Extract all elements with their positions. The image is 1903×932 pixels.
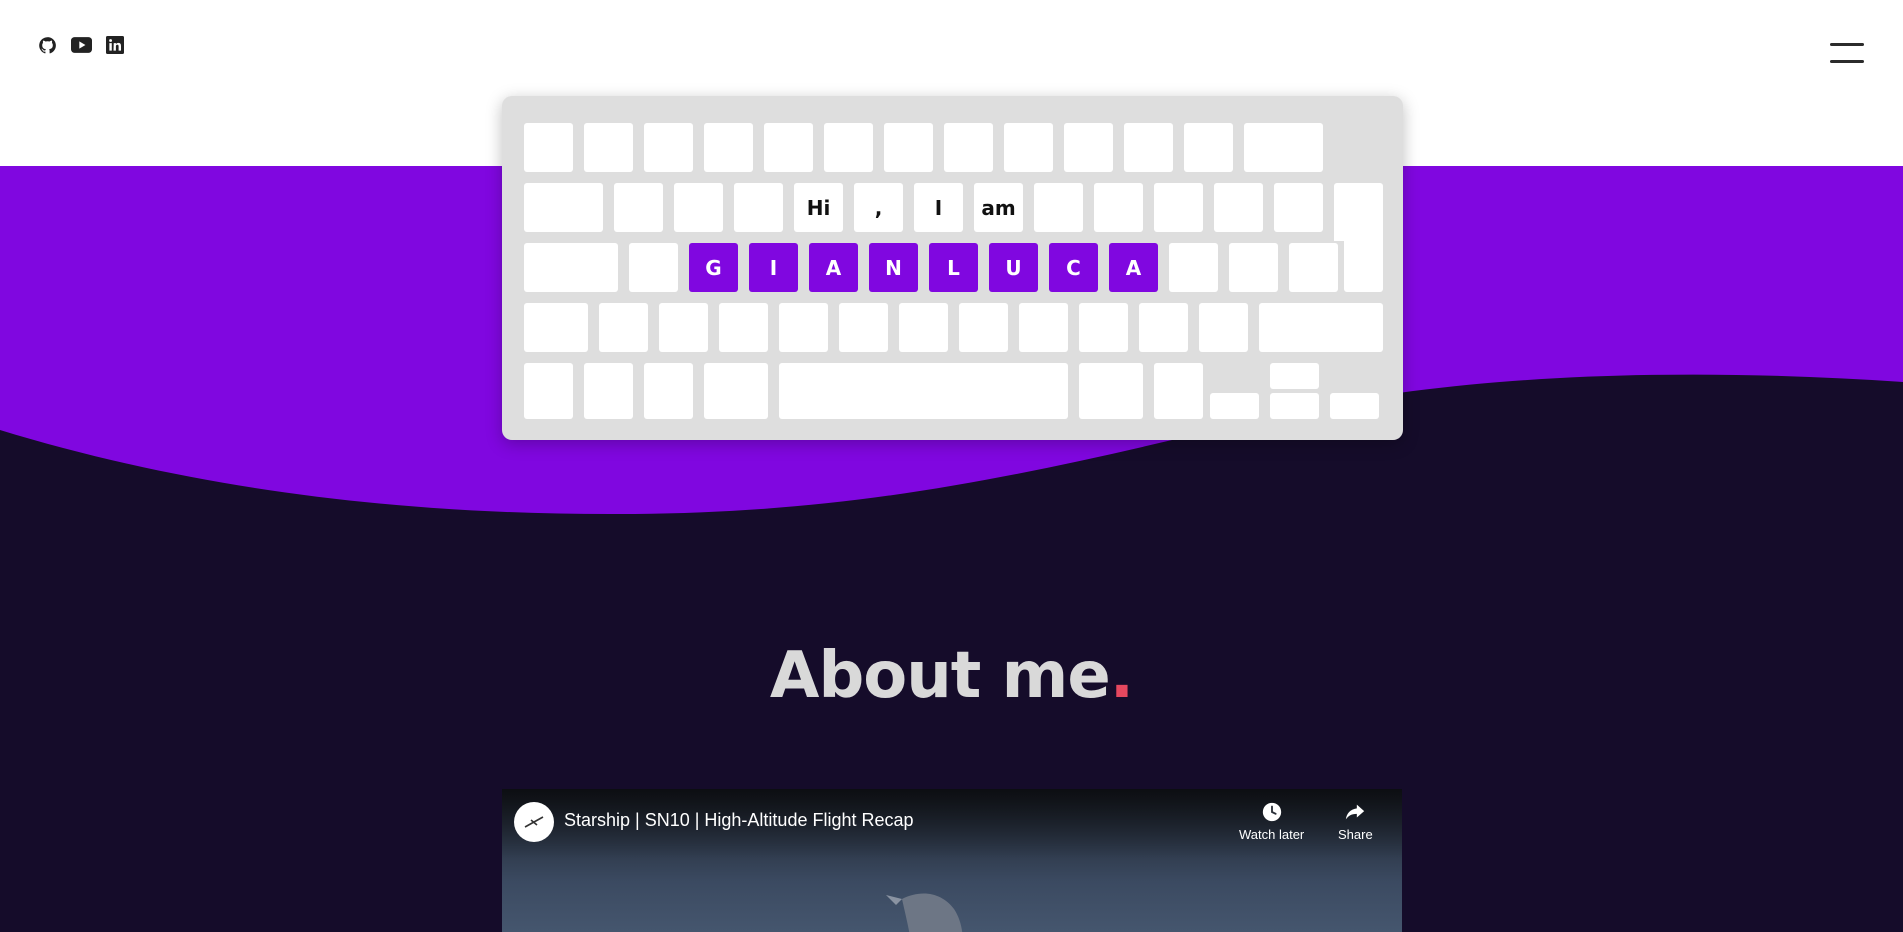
key-am: am [974,183,1023,232]
key [734,183,783,232]
arrow-down-key [1270,393,1319,419]
key-name-g: G [689,243,738,292]
key [1094,183,1143,232]
share-arrow-icon [1346,804,1365,820]
key-name-a2: A [1109,243,1158,292]
key [779,303,828,352]
key [524,243,618,292]
hamburger-line [1830,43,1864,46]
enter-key-top [1334,183,1383,241]
key [659,303,708,352]
key [1079,303,1128,352]
key [524,363,573,419]
key [1214,183,1263,232]
key [584,363,633,419]
key [1229,243,1278,292]
key [1064,123,1113,172]
linkedin-link[interactable] [104,34,126,56]
key [1034,183,1083,232]
key-name-c: C [1049,243,1098,292]
key [1274,183,1323,232]
spacebar-key [779,363,1068,419]
key [824,123,873,172]
github-icon [38,36,56,53]
key [1124,123,1173,172]
enter-key-bottom [1344,236,1383,292]
key-name-i: I [749,243,798,292]
key [704,363,768,419]
clock-icon [1262,802,1281,822]
key [1139,303,1188,352]
key-i: I [914,183,963,232]
spacex-logo-icon [524,816,544,828]
key [1154,363,1203,419]
key-name-a: A [809,243,858,292]
hamburger-menu-button[interactable] [1830,42,1864,66]
watch-later-button[interactable]: Watch later [1239,801,1304,842]
channel-avatar[interactable] [514,802,554,842]
key-name-n: N [869,243,918,292]
share-button[interactable]: Share [1338,801,1373,842]
key [1259,303,1383,352]
key [1019,303,1068,352]
youtube-link[interactable] [70,34,92,56]
key [1079,363,1143,419]
social-links [36,34,126,56]
key [1199,303,1248,352]
video-player[interactable]: Starship | SN10 | High-Altitude Flight R… [502,789,1402,932]
video-title[interactable]: Starship | SN10 | High-Altitude Flight R… [564,810,914,831]
key [704,123,753,172]
key [614,183,663,232]
hamburger-line [1830,60,1864,63]
key [524,303,588,352]
key [1184,123,1233,172]
key [1244,123,1323,172]
key [719,303,768,352]
key-name-u: U [989,243,1038,292]
youtube-icon [70,37,92,53]
keyboard: Hi , I am G I A N L U C A [502,96,1403,440]
about-title-text: About me [769,639,1111,713]
key [584,123,633,172]
key [599,303,648,352]
key [1004,123,1053,172]
key [959,303,1008,352]
about-title: About me. [0,636,1903,716]
arrow-up-key [1270,363,1319,389]
key [764,123,813,172]
arrow-left-key [1210,393,1259,419]
key [884,123,933,172]
key [674,183,723,232]
key-name-l: L [929,243,978,292]
about-title-dot: . [1109,639,1134,713]
github-link[interactable] [36,34,58,56]
key [839,303,888,352]
rocket-thumbnail [886,893,963,932]
watch-later-label: Watch later [1239,827,1305,842]
key-comma: , [854,183,903,232]
key [524,123,573,172]
key [644,123,693,172]
key [944,123,993,172]
key [899,303,948,352]
key [1289,243,1338,292]
key [524,183,603,232]
arrow-right-key [1330,393,1379,419]
key [629,243,678,292]
share-label: Share [1338,827,1373,842]
key [1154,183,1203,232]
key [644,363,693,419]
key [1169,243,1218,292]
linkedin-icon [106,36,124,54]
key-hi: Hi [794,183,843,232]
